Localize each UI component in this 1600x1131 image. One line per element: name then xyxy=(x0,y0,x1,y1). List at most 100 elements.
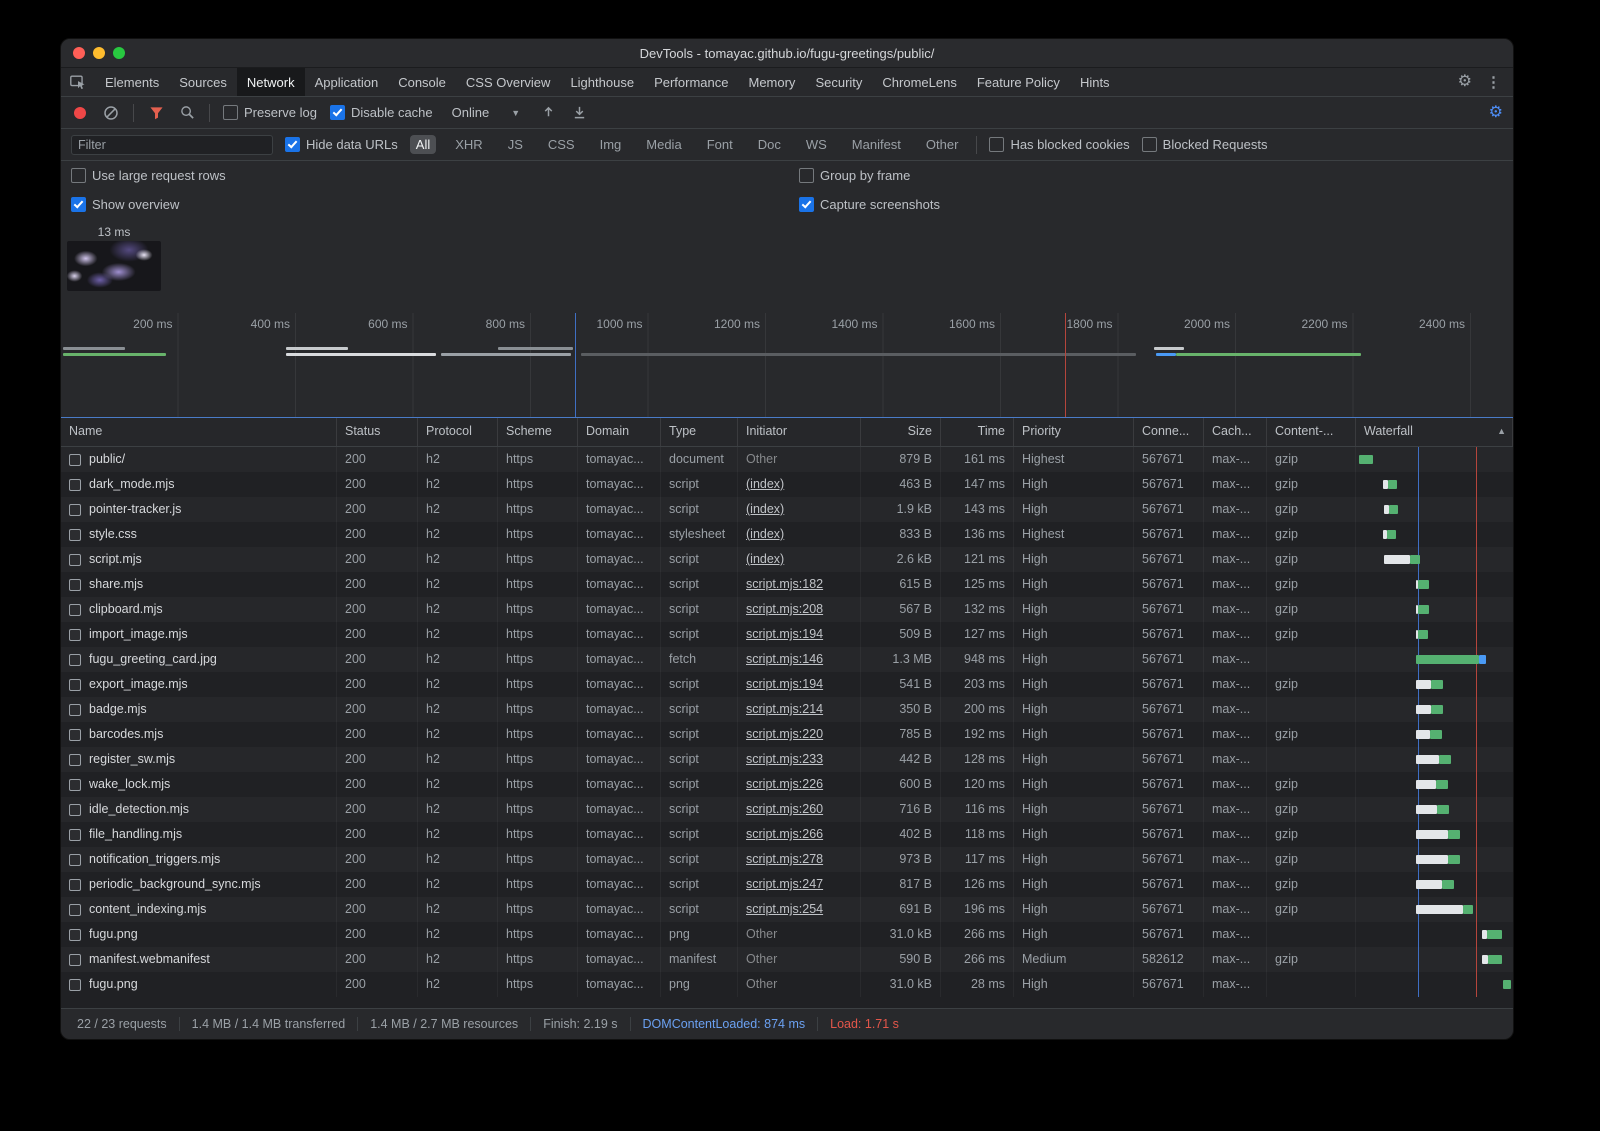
initiator-link[interactable]: script.mjs:278 xyxy=(746,852,823,866)
import-har-button[interactable] xyxy=(539,104,557,122)
column-header-type[interactable]: Type xyxy=(661,418,738,446)
table-row[interactable]: import_image.mjs200h2httpstomayac...scri… xyxy=(61,622,1513,647)
column-header-conne[interactable]: Conne... xyxy=(1134,418,1204,446)
type-filter-doc[interactable]: Doc xyxy=(752,135,787,154)
type-filter-media[interactable]: Media xyxy=(640,135,687,154)
table-row[interactable]: periodic_background_sync.mjs200h2httpsto… xyxy=(61,872,1513,897)
initiator-link[interactable]: script.mjs:182 xyxy=(746,577,823,591)
tab-console[interactable]: Console xyxy=(388,68,456,96)
tab-css-overview[interactable]: CSS Overview xyxy=(456,68,561,96)
minimize-window-button[interactable] xyxy=(93,47,105,59)
disable-cache-checkbox[interactable]: Disable cache xyxy=(330,105,433,120)
initiator-link[interactable]: script.mjs:194 xyxy=(746,627,823,641)
type-filter-ws[interactable]: WS xyxy=(800,135,833,154)
type-filter-other[interactable]: Other xyxy=(920,135,965,154)
filter-toggle-button[interactable] xyxy=(147,104,165,122)
has-blocked-cookies-checkbox[interactable]: Has blocked cookies xyxy=(989,137,1129,152)
table-row[interactable]: clipboard.mjs200h2httpstomayac...scripts… xyxy=(61,597,1513,622)
tab-memory[interactable]: Memory xyxy=(738,68,805,96)
tab-feature-policy[interactable]: Feature Policy xyxy=(967,68,1070,96)
table-row[interactable]: barcodes.mjs200h2httpstomayac...scriptsc… xyxy=(61,722,1513,747)
blocked-requests-checkbox[interactable]: Blocked Requests xyxy=(1142,137,1268,152)
column-header-cach[interactable]: Cach... xyxy=(1204,418,1267,446)
table-row[interactable]: public/200h2httpstomayac...documentOther… xyxy=(61,447,1513,472)
tab-performance[interactable]: Performance xyxy=(644,68,738,96)
hide-data-urls-checkbox[interactable]: Hide data URLs xyxy=(285,137,398,152)
table-row[interactable]: pointer-tracker.js200h2httpstomayac...sc… xyxy=(61,497,1513,522)
settings-gear-icon[interactable]: ⚙ xyxy=(1458,74,1472,90)
column-header-status[interactable]: Status xyxy=(337,418,418,446)
screenshot-thumbnail[interactable] xyxy=(67,241,161,291)
column-header-content[interactable]: Content-... xyxy=(1267,418,1356,446)
table-row[interactable]: notification_triggers.mjs200h2httpstomay… xyxy=(61,847,1513,872)
initiator-link[interactable]: script.mjs:214 xyxy=(746,702,823,716)
initiator-link[interactable]: script.mjs:146 xyxy=(746,652,823,666)
tab-elements[interactable]: Elements xyxy=(95,68,169,96)
table-row[interactable]: share.mjs200h2httpstomayac...scriptscrip… xyxy=(61,572,1513,597)
tab-sources[interactable]: Sources xyxy=(169,68,237,96)
column-header-priority[interactable]: Priority xyxy=(1014,418,1134,446)
table-row[interactable]: file_handling.mjs200h2httpstomayac...scr… xyxy=(61,822,1513,847)
table-row[interactable]: style.css200h2httpstomayac...stylesheet(… xyxy=(61,522,1513,547)
initiator-link[interactable]: script.mjs:208 xyxy=(746,602,823,616)
type-filter-img[interactable]: Img xyxy=(594,135,628,154)
column-header-waterfall[interactable]: Waterfall▲ xyxy=(1356,418,1513,446)
column-header-initiator[interactable]: Initiator xyxy=(738,418,861,446)
show-overview-checkbox[interactable]: Show overview xyxy=(71,197,179,212)
table-row[interactable]: script.mjs200h2httpstomayac...script(ind… xyxy=(61,547,1513,572)
tab-hints[interactable]: Hints xyxy=(1070,68,1120,96)
table-row[interactable]: export_image.mjs200h2httpstomayac...scri… xyxy=(61,672,1513,697)
tab-lighthouse[interactable]: Lighthouse xyxy=(560,68,644,96)
preserve-log-checkbox[interactable]: Preserve log xyxy=(223,105,317,120)
type-filter-css[interactable]: CSS xyxy=(542,135,581,154)
table-row[interactable]: manifest.webmanifest200h2httpstomayac...… xyxy=(61,947,1513,972)
column-header-scheme[interactable]: Scheme xyxy=(498,418,578,446)
tab-security[interactable]: Security xyxy=(805,68,872,96)
zoom-window-button[interactable] xyxy=(113,47,125,59)
type-filter-xhr[interactable]: XHR xyxy=(449,135,488,154)
initiator-link[interactable]: script.mjs:233 xyxy=(746,752,823,766)
initiator-link[interactable]: script.mjs:254 xyxy=(746,902,823,916)
initiator-link[interactable]: (index) xyxy=(746,527,784,541)
initiator-link[interactable]: (index) xyxy=(746,502,784,516)
close-window-button[interactable] xyxy=(73,47,85,59)
table-row[interactable]: wake_lock.mjs200h2httpstomayac...scripts… xyxy=(61,772,1513,797)
timeline-overview[interactable]: 200 ms400 ms600 ms800 ms1000 ms1200 ms14… xyxy=(61,313,1513,417)
use-large-request-rows-checkbox[interactable]: Use large request rows xyxy=(71,168,226,183)
filter-input[interactable]: Filter xyxy=(71,135,273,155)
column-header-time[interactable]: Time xyxy=(941,418,1014,446)
type-filter-all[interactable]: All xyxy=(410,135,436,154)
type-filter-manifest[interactable]: Manifest xyxy=(846,135,907,154)
tab-application[interactable]: Application xyxy=(305,68,389,96)
initiator-link[interactable]: script.mjs:220 xyxy=(746,727,823,741)
record-button[interactable] xyxy=(71,104,89,122)
table-row[interactable]: dark_mode.mjs200h2httpstomayac...script(… xyxy=(61,472,1513,497)
column-header-domain[interactable]: Domain xyxy=(578,418,661,446)
table-row[interactable]: content_indexing.mjs200h2httpstomayac...… xyxy=(61,897,1513,922)
table-row[interactable]: fugu.png200h2httpstomayac...pngOther31.0… xyxy=(61,972,1513,997)
more-options-icon[interactable]: ⋮ xyxy=(1486,73,1501,91)
type-filter-font[interactable]: Font xyxy=(701,135,739,154)
type-filter-js[interactable]: JS xyxy=(502,135,529,154)
throttling-select[interactable]: Online ▼ xyxy=(446,103,527,122)
inspect-element-button[interactable] xyxy=(61,68,95,96)
network-settings-gear-icon[interactable]: ⚙ xyxy=(1489,105,1503,121)
export-har-button[interactable] xyxy=(570,104,588,122)
initiator-link[interactable]: script.mjs:266 xyxy=(746,827,823,841)
initiator-link[interactable]: (index) xyxy=(746,477,784,491)
group-by-frame-checkbox[interactable]: Group by frame xyxy=(799,168,910,183)
initiator-link[interactable]: script.mjs:247 xyxy=(746,877,823,891)
capture-screenshots-checkbox[interactable]: Capture screenshots xyxy=(799,197,940,212)
initiator-link[interactable]: script.mjs:226 xyxy=(746,777,823,791)
tab-network[interactable]: Network xyxy=(237,68,305,96)
table-row[interactable]: fugu.png200h2httpstomayac...pngOther31.0… xyxy=(61,922,1513,947)
table-row[interactable]: fugu_greeting_card.jpg200h2httpstomayac.… xyxy=(61,647,1513,672)
table-row[interactable]: idle_detection.mjs200h2httpstomayac...sc… xyxy=(61,797,1513,822)
initiator-link[interactable]: (index) xyxy=(746,552,784,566)
initiator-link[interactable]: script.mjs:194 xyxy=(746,677,823,691)
column-header-size[interactable]: Size xyxy=(861,418,941,446)
column-header-name[interactable]: Name xyxy=(61,418,337,446)
tab-chromelens[interactable]: ChromeLens xyxy=(872,68,966,96)
table-row[interactable]: badge.mjs200h2httpstomayac...scriptscrip… xyxy=(61,697,1513,722)
clear-button[interactable] xyxy=(102,104,120,122)
